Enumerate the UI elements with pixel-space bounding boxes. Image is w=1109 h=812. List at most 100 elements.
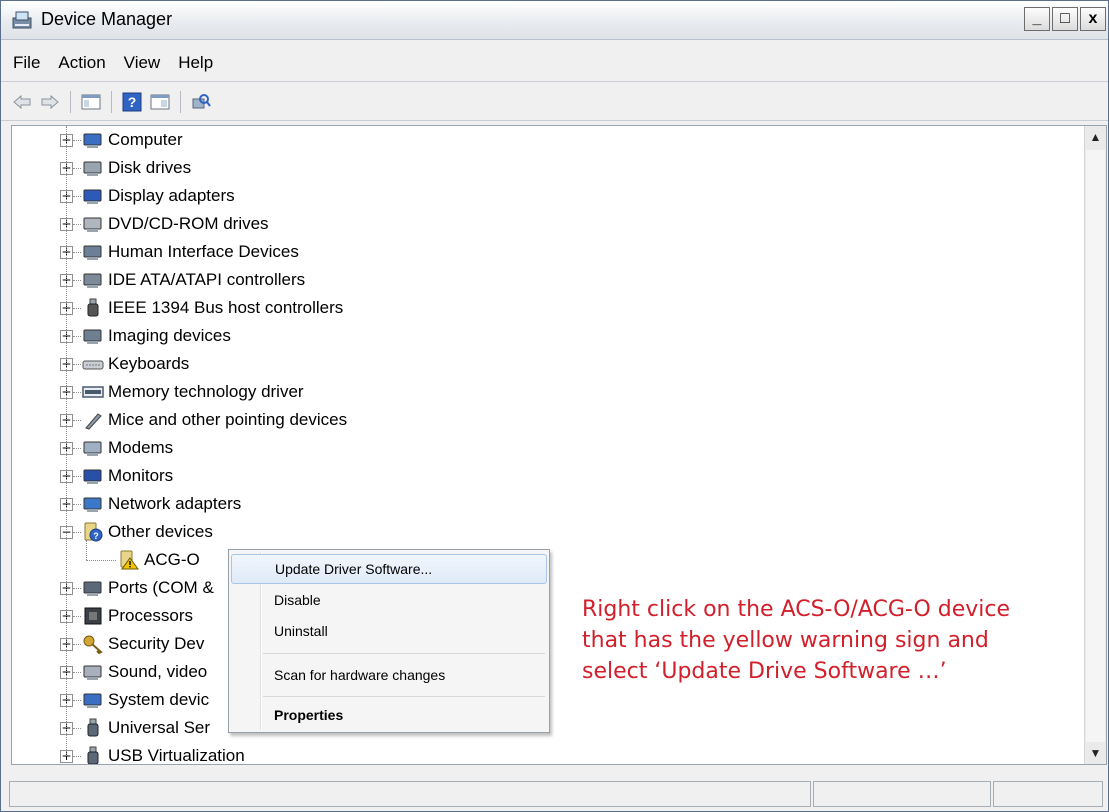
dvd-drive-icon <box>83 217 102 232</box>
menu-separator <box>1 81 1108 82</box>
usb-icon <box>87 718 99 737</box>
tree-item-label: Other devices <box>108 522 213 541</box>
tree-connector <box>73 672 81 673</box>
modem-icon <box>83 441 102 456</box>
tree-category-item[interactable]: + Memory technology driver <box>12 378 1072 406</box>
help-icon[interactable]: ? <box>121 91 143 113</box>
tree-connector <box>73 448 81 449</box>
tree-connector <box>73 588 81 589</box>
svg-text:?: ? <box>128 94 137 110</box>
toolbar-separator-line <box>1 120 1108 121</box>
tree-item-label: Processors <box>108 606 194 625</box>
status-pane-main <box>9 781 811 807</box>
tree-connector <box>73 420 81 421</box>
tree-item-label: IDE ATA/ATAPI controllers <box>108 270 306 289</box>
close-button[interactable]: x <box>1080 7 1106 31</box>
tree-connector <box>73 336 81 337</box>
camera-icon <box>83 329 102 344</box>
scroll-down-arrow-icon[interactable]: ▼ <box>1085 742 1106 764</box>
tree-item-label: Security Dev <box>108 634 205 653</box>
tree-connector <box>73 196 81 197</box>
tree-connector <box>73 280 81 281</box>
ieee1394-icon <box>87 298 99 317</box>
back-arrow-icon[interactable] <box>11 91 33 113</box>
processor-icon <box>84 607 102 625</box>
tree-item-label: Memory technology driver <box>108 382 304 401</box>
properties-pane-icon[interactable] <box>149 91 171 113</box>
tree-connector <box>73 252 81 253</box>
menu-help[interactable]: Help <box>169 53 222 73</box>
device-manager-icon <box>12 11 32 29</box>
tree-item-label: Sound, video <box>108 662 208 681</box>
vertical-scrollbar[interactable]: ▲ ▼ <box>1084 126 1106 764</box>
menu-file[interactable]: File <box>1 53 49 73</box>
display-adapter-icon <box>83 189 102 204</box>
tree-item-label: Ports (COM & <box>108 578 214 597</box>
tree-category-item[interactable]: + Human Interface Devices <box>12 238 1072 266</box>
status-pane-tertiary <box>993 781 1103 807</box>
tree-category-item[interactable]: + Network adapters <box>12 490 1072 518</box>
menu-uninstall[interactable]: Uninstall <box>231 616 547 646</box>
tree-category-item[interactable]: + Disk drives <box>12 154 1072 182</box>
toolbar-separator <box>111 91 112 113</box>
tree-connector <box>73 168 81 169</box>
menu-view[interactable]: View <box>115 53 170 73</box>
annotation-line: Right click on the ACS-O/ACG-O device <box>582 597 1011 622</box>
tree-connector <box>73 644 81 645</box>
tree-category-item[interactable]: + Imaging devices <box>12 322 1072 350</box>
tree-connector <box>73 140 81 141</box>
show-hide-console-tree-icon[interactable] <box>80 91 102 113</box>
tree-category-item[interactable]: + Computer <box>12 126 1072 154</box>
tree-item-label: Monitors <box>108 466 174 485</box>
minimize-button[interactable]: _ <box>1024 7 1050 31</box>
tree-connector <box>73 728 81 729</box>
tree-category-item[interactable]: + Keyboards <box>12 350 1072 378</box>
tree-item-label: Computer <box>108 130 183 149</box>
tree-connector <box>73 364 81 365</box>
status-pane-secondary <box>813 781 991 807</box>
tree-item-label: ACG-O <box>144 550 200 569</box>
tree-category-item[interactable]: + USB Virtualization <box>12 742 1072 764</box>
scan-hardware-icon[interactable] <box>190 91 212 113</box>
device-manager-window: Device Manager _ □ x File Action View He… <box>0 0 1109 812</box>
forward-arrow-icon[interactable] <box>39 91 61 113</box>
toolbar: ? <box>1 85 1108 119</box>
security-key-icon <box>83 635 103 654</box>
tree-item-label: Display adapters <box>108 186 235 205</box>
menu-item-label: Update Driver Software... <box>275 561 433 577</box>
tree-connector <box>86 540 87 560</box>
tree-item-label: DVD/CD-ROM drives <box>108 214 269 233</box>
tree-item-label: Human Interface Devices <box>108 242 299 261</box>
tree-item-label: IEEE 1394 Bus host controllers <box>108 298 344 317</box>
menu-properties[interactable]: Properties <box>231 700 547 730</box>
tree-category-item[interactable]: + Monitors <box>12 462 1072 490</box>
tree-item-label: Universal Ser <box>108 718 211 737</box>
maximize-button[interactable]: □ <box>1052 7 1078 31</box>
tree-category-item[interactable]: + Mice and other pointing devices <box>12 406 1072 434</box>
menu-update-driver-software[interactable]: Update Driver Software... <box>231 554 547 584</box>
sound-icon <box>83 665 102 680</box>
menu-disable[interactable]: Disable <box>231 585 547 615</box>
disk-drive-icon <box>83 161 102 176</box>
menu-action[interactable]: Action <box>49 53 114 73</box>
menu-item-label: Scan for hardware changes <box>274 667 446 683</box>
keyboard-icon <box>82 360 104 370</box>
tree-category-item[interactable]: + Display adapters <box>12 182 1072 210</box>
annotation-line: select ‘Update Drive Software …’ <box>582 659 947 684</box>
menu-scan-hardware-changes[interactable]: Scan for hardware changes <box>231 660 547 690</box>
menu-item-label: Disable <box>274 592 321 608</box>
tree-category-item[interactable]: + IDE ATA/ATAPI controllers <box>12 266 1072 294</box>
tree-category-item[interactable]: + DVD/CD-ROM drives <box>12 210 1072 238</box>
tree-category-item[interactable]: −? Other devices <box>12 518 1072 546</box>
tree-category-item[interactable]: + IEEE 1394 Bus host controllers <box>12 294 1072 322</box>
scroll-thumb[interactable] <box>1086 150 1105 742</box>
context-menu-separator <box>263 696 545 697</box>
scroll-up-arrow-icon[interactable]: ▲ <box>1085 126 1106 148</box>
tree-connector <box>73 308 81 309</box>
tree-item-label: Imaging devices <box>108 326 231 345</box>
hid-icon <box>83 245 102 260</box>
tree-connector <box>73 700 81 701</box>
tree-category-item[interactable]: + Modems <box>12 434 1072 462</box>
unknown-device-icon: ? <box>84 522 103 542</box>
title-bar[interactable]: Device Manager _ □ x <box>1 1 1108 40</box>
